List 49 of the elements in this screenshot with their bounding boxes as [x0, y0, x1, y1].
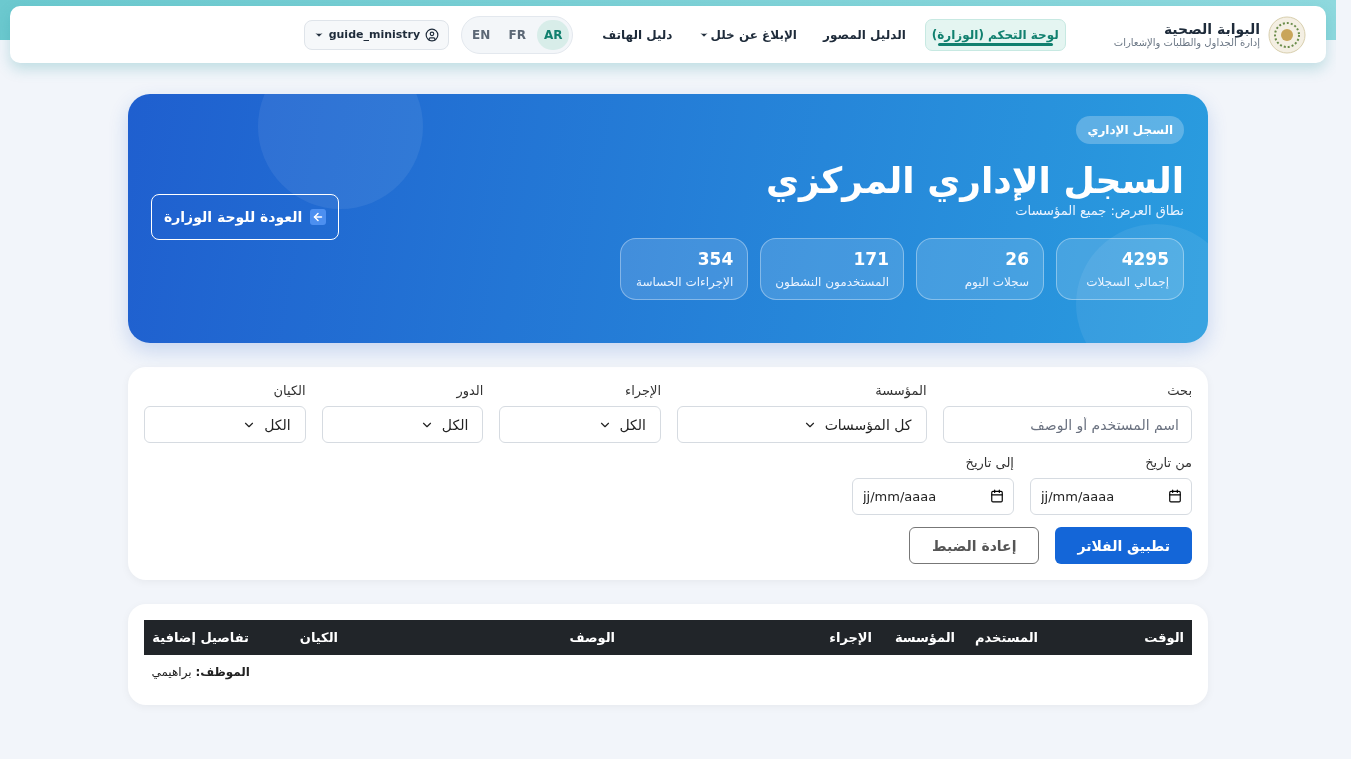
language-button[interactable]: AR	[537, 19, 570, 50]
column-header: الإجراء	[828, 629, 873, 647]
select-field[interactable]: الكل	[144, 406, 306, 443]
table-cell-text: الموظف: براهيمي	[150, 664, 251, 682]
stat-value: 4295	[1120, 249, 1169, 269]
nav-link[interactable]: الإبلاغ عن خلل	[691, 18, 804, 51]
language-button[interactable]: FR	[501, 19, 534, 50]
brand-subtitle: إدارة الجداول والطلبات والإشعارات	[1113, 37, 1260, 48]
field-label: إلى تاريخ	[964, 455, 1014, 470]
field-label: من تاريخ	[1144, 455, 1192, 470]
column-header: المستخدم	[974, 629, 1039, 648]
field-label: الكيان	[272, 383, 306, 398]
reset-button[interactable]: إعادة الضبط	[908, 527, 1040, 564]
stat-value: 26	[1004, 249, 1029, 269]
column-header: الكيان	[298, 629, 339, 647]
language-button[interactable]: EN	[465, 19, 498, 50]
date-field[interactable]: jj/mm/aaaa	[1030, 478, 1192, 515]
user-menu-button[interactable]: guide_ministry	[303, 19, 450, 50]
user-icon	[425, 27, 440, 42]
back-button[interactable]: العودة للوحة الوزارة	[151, 193, 340, 240]
select-field[interactable]: الكل	[499, 406, 661, 443]
apply-button[interactable]: تطبيق الفلاتر	[1055, 527, 1192, 564]
column-header: المؤسسة	[893, 629, 956, 647]
page-title: السجل الإداري المركزي	[765, 160, 1184, 201]
field-label: بحث	[1166, 383, 1192, 398]
calendar-icon	[990, 489, 1004, 503]
section-badge: السجل الإداري	[1076, 116, 1184, 144]
scope-text: نطاق العرض: جميع المؤسسات	[1015, 203, 1184, 218]
nav-link[interactable]: لوحة التحكم (الوزارة)	[924, 18, 1066, 51]
stat-label: إجمالي السجلات	[1085, 275, 1169, 289]
column-header: الوقت	[1143, 629, 1185, 647]
brand-title: البوابة الصحية	[1162, 21, 1260, 37]
logo-icon	[1268, 15, 1306, 54]
field-label: المؤسسة	[874, 383, 927, 398]
field-label: الإجراء	[624, 383, 661, 398]
calendar-icon	[1168, 489, 1182, 503]
field-label: الدور	[455, 383, 484, 398]
stat-label: المستخدمون النشطون	[775, 275, 889, 289]
column-header: تفاصيل إضافية	[151, 629, 250, 647]
select-field[interactable]: الكل	[321, 406, 484, 443]
column-header: الوصف	[568, 629, 616, 647]
stat-value: 171	[852, 249, 889, 269]
select-field[interactable]: كل المؤسسات	[677, 406, 927, 443]
stat-label: الإجراءات الحساسة	[635, 275, 734, 289]
nav-link[interactable]: دليل الهاتف	[595, 18, 680, 51]
stat-value: 354	[696, 249, 734, 269]
date-field[interactable]: jj/mm/aaaa	[852, 478, 1014, 515]
stat-label: سجلات اليوم	[963, 275, 1029, 289]
nav-link[interactable]: الدليل المصور	[816, 18, 913, 51]
